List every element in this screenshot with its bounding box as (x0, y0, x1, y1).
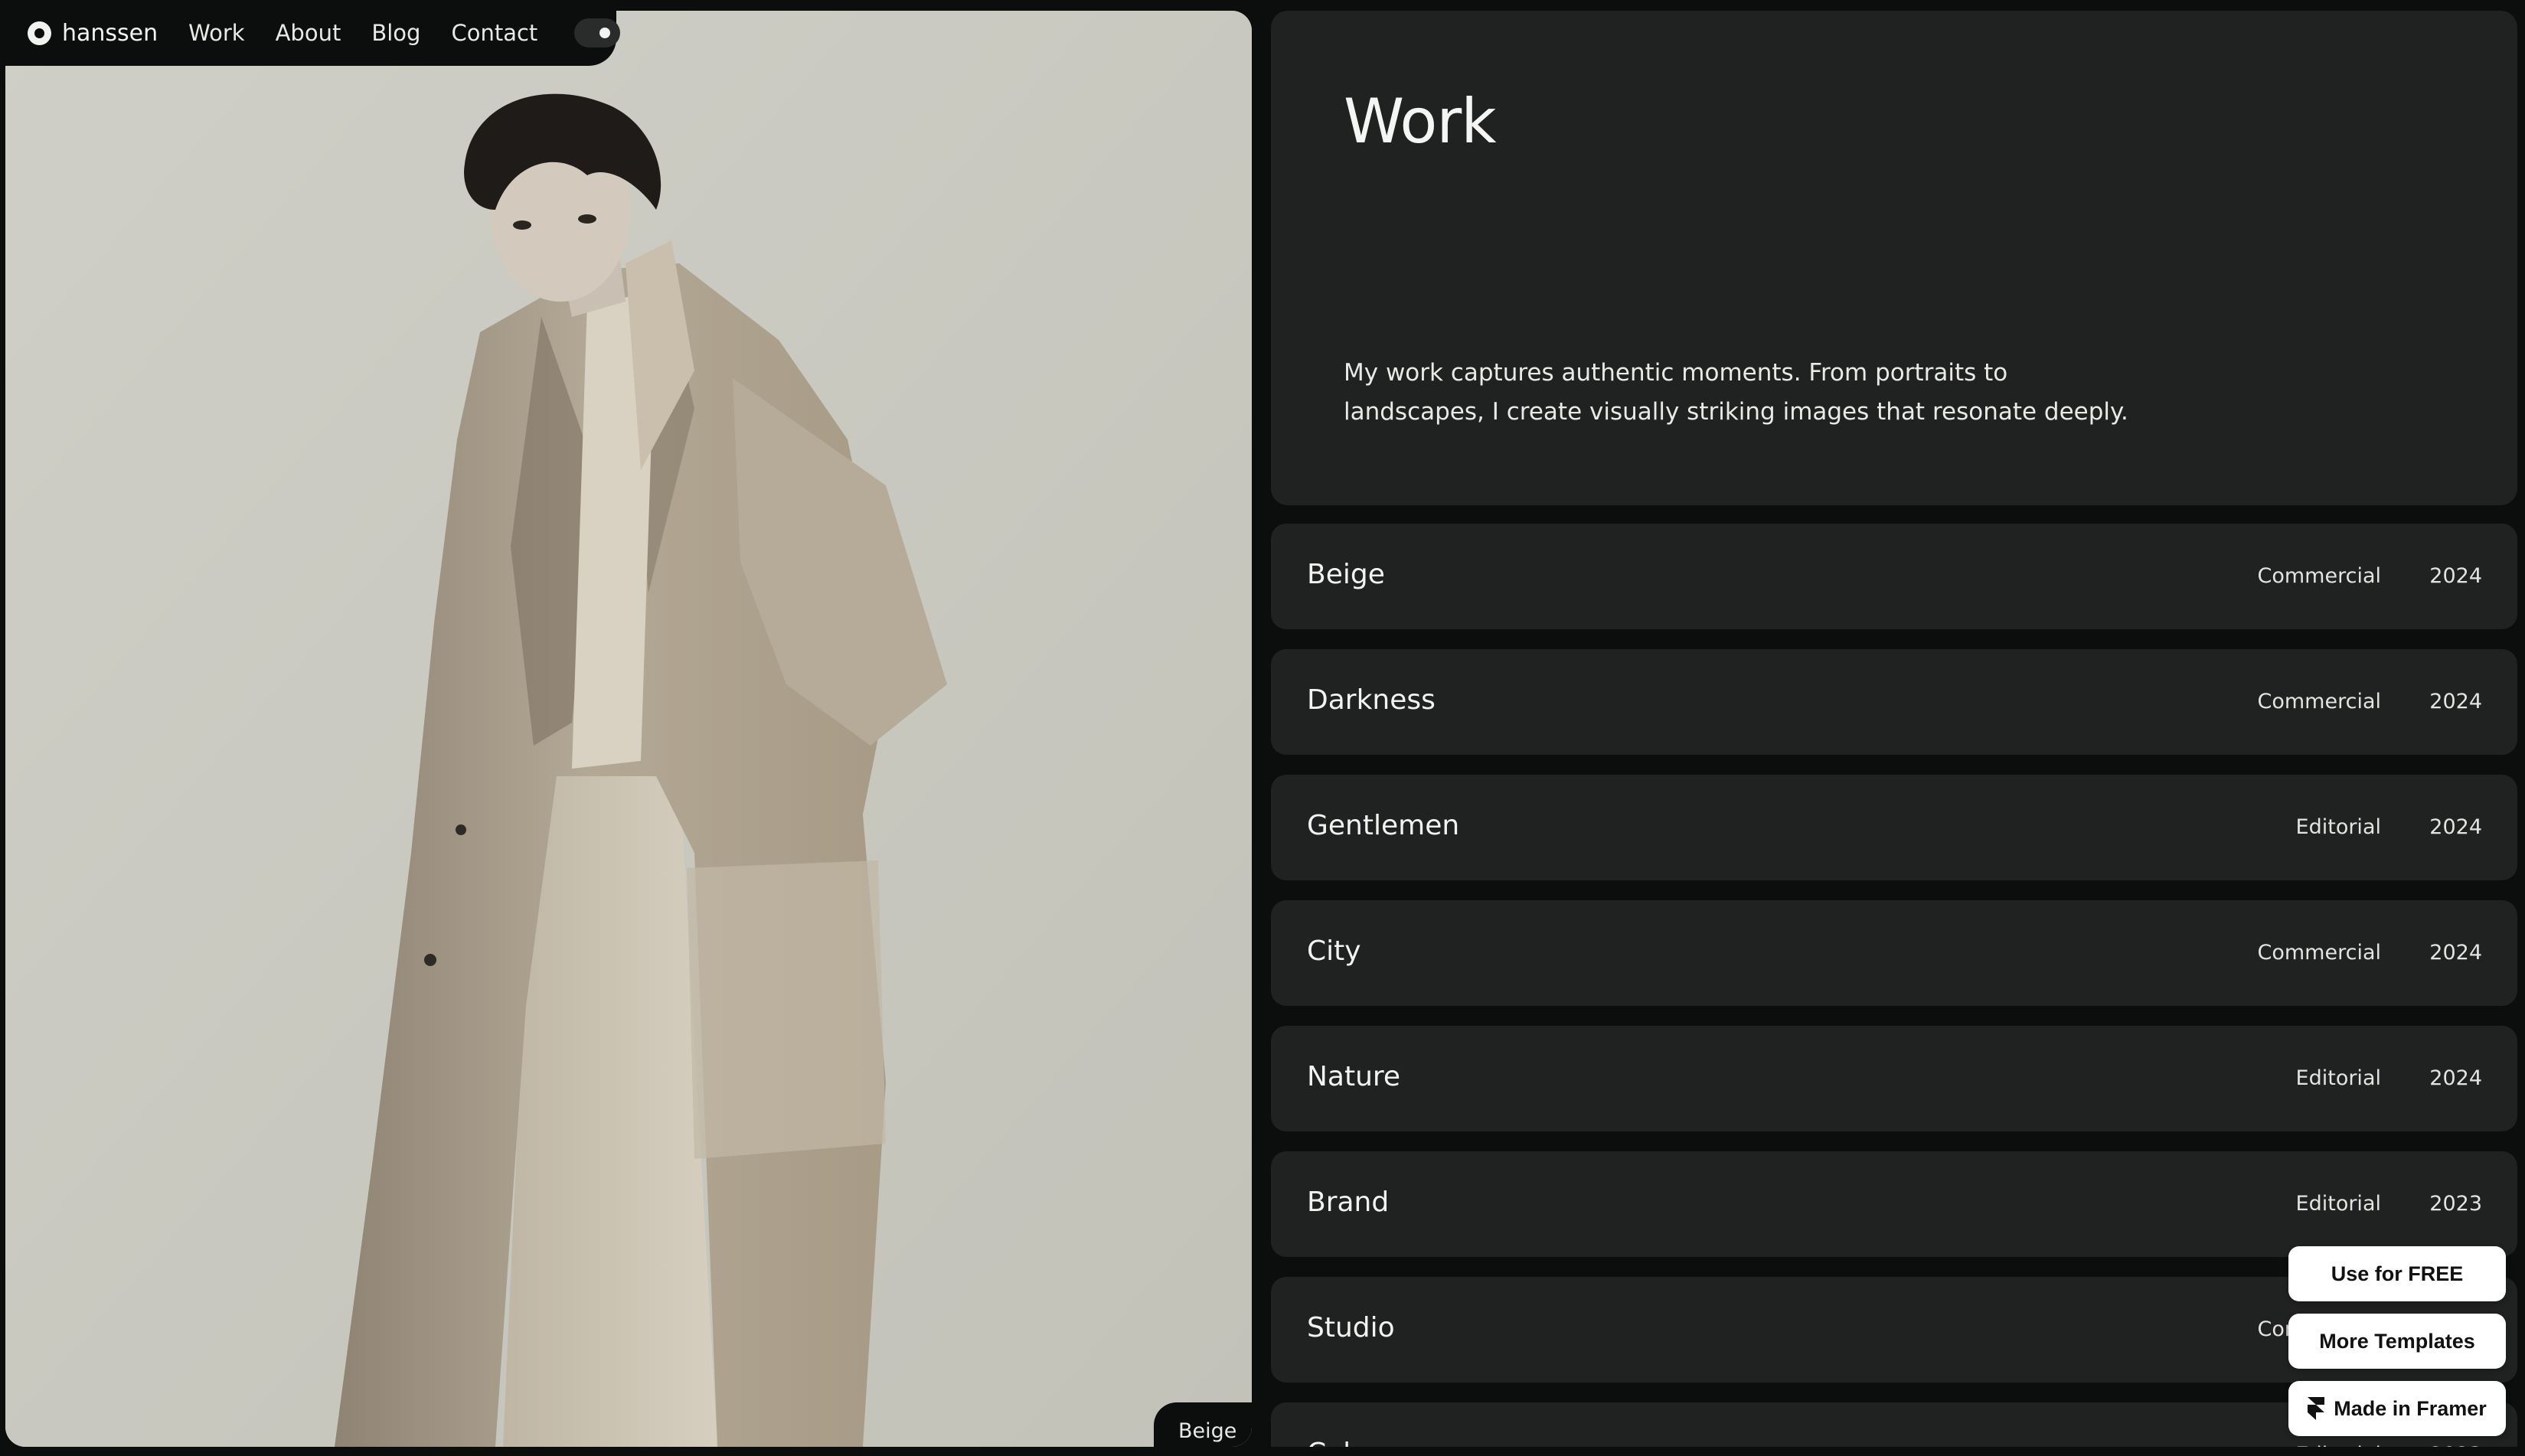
work-category: Editorial (2295, 1066, 2381, 1090)
nav-link-contact[interactable]: Contact (451, 20, 537, 46)
work-category: Commercial (2257, 564, 2382, 588)
work-title: City (1307, 935, 1361, 967)
logo-text: hanssen (62, 19, 158, 47)
framer-icon (2308, 1397, 2325, 1420)
theme-toggle[interactable] (574, 18, 621, 47)
work-title: Brand (1307, 1187, 1390, 1218)
work-row-beige[interactable]: Beige Commercial 2024 (1271, 524, 2517, 629)
more-templates-button[interactable]: More Templates (2288, 1314, 2506, 1369)
work-row-darkness[interactable]: Darkness Commercial 2024 (1271, 649, 2517, 755)
page: Beige hanssen Work About Blog Contact Wo… (0, 0, 2525, 1456)
work-title: Beige (1307, 559, 1385, 590)
work-year: 2023 (2429, 1192, 2482, 1216)
logo[interactable]: hanssen (28, 20, 158, 47)
work-row-city[interactable]: City Commercial 2024 (1271, 900, 2517, 1006)
photo-caption: Beige (1178, 1419, 1237, 1443)
use-for-free-button[interactable]: Use for FREE (2288, 1246, 2506, 1301)
intro-text: My work captures authentic moments. From… (1344, 359, 2128, 426)
nav-link-work[interactable]: Work (188, 20, 244, 46)
work-category: Commercial (2257, 941, 2382, 965)
work-category: Editorial (2295, 1192, 2381, 1216)
work-row-gentlemen[interactable]: Gentlemen Editorial 2024 (1271, 775, 2517, 880)
work-category: Editorial (2295, 815, 2381, 839)
made-in-framer-label: Made in Framer (2334, 1396, 2487, 1420)
work-row-brand[interactable]: Brand Editorial 2023 (1271, 1151, 2517, 1257)
work-row-nature[interactable]: Nature Editorial 2024 (1271, 1026, 2517, 1131)
hero-photo[interactable]: Beige (5, 11, 1252, 1447)
work-title: Gentlemen (1307, 810, 1460, 841)
work-title: Nature (1307, 1061, 1401, 1092)
more-templates-label: More Templates (2319, 1329, 2475, 1353)
work-year: 2024 (2429, 815, 2482, 839)
made-in-framer-button[interactable]: Made in Framer (2288, 1381, 2506, 1436)
logo-icon (28, 21, 51, 45)
work-title: Studio (1307, 1312, 1395, 1343)
work-title: Darkness (1307, 684, 1436, 716)
page-title: Work (1344, 86, 1497, 157)
use-for-free-label: Use for FREE (2331, 1262, 2464, 1285)
intro-card: Work My work captures authentic moments.… (1271, 11, 2517, 505)
top-nav: hanssen Work About Blog Contact (28, 15, 621, 51)
work-year: 2024 (2429, 941, 2482, 965)
work-year: 2024 (2429, 690, 2482, 713)
list-bottom-edge (1256, 1447, 2525, 1456)
nav-link-about[interactable]: About (276, 20, 341, 46)
nav-link-blog[interactable]: Blog (371, 20, 420, 46)
work-year: 2024 (2429, 564, 2482, 588)
portrait-image (5, 11, 1252, 1447)
work-category: Commercial (2257, 690, 2382, 713)
work-year: 2024 (2429, 1066, 2482, 1090)
